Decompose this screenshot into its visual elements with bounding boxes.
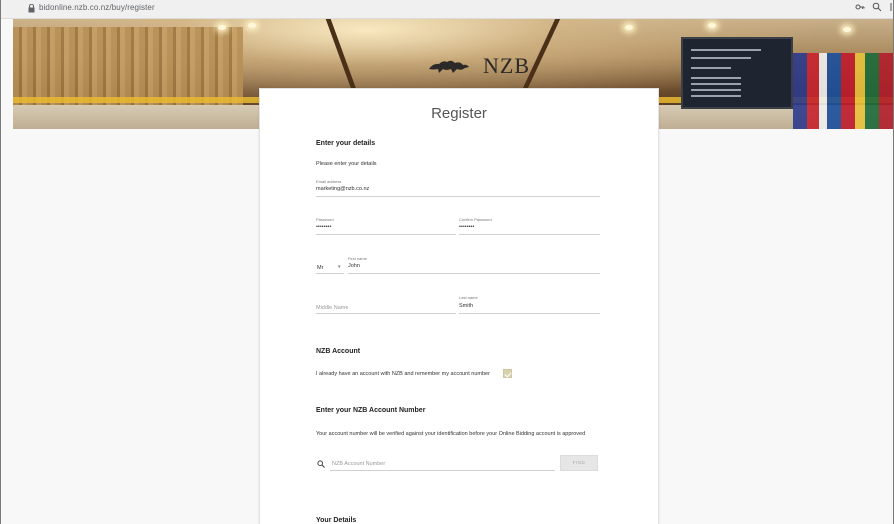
account-number-underline [330, 470, 555, 471]
remember-account-checkbox[interactable] [503, 369, 512, 378]
enter-details-text: Please enter your details [316, 161, 377, 167]
email-underline [316, 196, 600, 197]
account-number-text: Your account number will be verified aga… [316, 431, 586, 437]
last-name-field[interactable]: Smith [459, 303, 473, 309]
search-icon [317, 460, 325, 468]
first-name-underline [348, 273, 600, 274]
confirm-password-underline [459, 234, 600, 235]
auction-board [681, 37, 793, 109]
page-title: Register [431, 105, 487, 122]
browser-frame: bidonline.nzb.co.nz/buy/register NZB Reg… [0, 0, 894, 524]
chevron-down-icon[interactable]: ▾ [338, 264, 341, 270]
ceiling-lamp [708, 23, 716, 28]
star-icon[interactable] [889, 2, 893, 12]
confirm-password-field[interactable]: •••••••• [459, 224, 474, 230]
account-number-field[interactable]: NZB Account Number [332, 461, 385, 467]
password-label: Password [316, 217, 334, 222]
password-field[interactable]: •••••••• [316, 224, 331, 230]
zoom-icon[interactable] [872, 2, 882, 12]
ceiling-lamp [625, 25, 633, 30]
register-card: Register Enter your details Please enter… [259, 88, 659, 524]
ceiling-lamp [218, 25, 226, 30]
find-button[interactable]: FIND [560, 455, 598, 471]
account-number-heading: Enter your NZB Account Number [316, 407, 426, 414]
nzb-logo: NZB [427, 53, 529, 78]
flags [793, 53, 893, 129]
title-select[interactable]: Mr [317, 265, 323, 271]
enter-details-heading: Enter your details [316, 140, 376, 147]
email-label: Email address [316, 179, 342, 184]
address-bar[interactable]: bidonline.nzb.co.nz/buy/register [1, 0, 893, 19]
middle-name-field[interactable]: Middle Name [316, 305, 348, 311]
confirm-password-label: Confirm Password [459, 217, 492, 222]
ceiling-lamp [248, 23, 256, 28]
key-icon[interactable] [855, 2, 865, 12]
url-text[interactable]: bidonline.nzb.co.nz/buy/register [39, 3, 155, 12]
lock-icon [28, 4, 35, 13]
first-name-field[interactable]: John [348, 263, 360, 269]
hero-wall [13, 27, 243, 107]
your-details-heading: Your Details [316, 517, 357, 524]
horses-icon [429, 60, 469, 73]
last-name-underline [459, 313, 600, 314]
last-name-label: Last name [459, 295, 478, 300]
nzb-account-text: I already have an account with NZB and r… [316, 371, 490, 377]
logo-text: NZB [483, 53, 530, 78]
ceiling-lamp [843, 27, 851, 32]
password-underline [316, 234, 456, 235]
middle-name-underline [316, 313, 456, 314]
nzb-account-heading: NZB Account [316, 348, 361, 355]
email-field[interactable]: marketing@nzb.co.nz [316, 186, 369, 192]
title-underline [316, 273, 344, 274]
first-name-label: First name [348, 256, 367, 261]
